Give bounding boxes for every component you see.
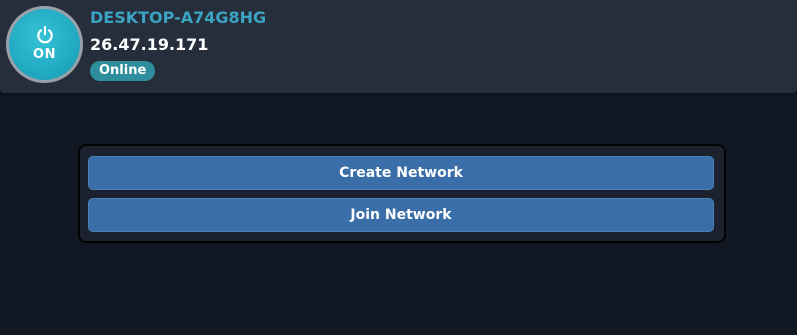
power-icon xyxy=(36,26,53,44)
create-network-button[interactable]: Create Network xyxy=(88,156,714,190)
ip-address: 26.47.19.171 xyxy=(90,35,209,54)
host-name: DESKTOP-A74G8HG xyxy=(90,8,267,27)
join-network-button[interactable]: Join Network xyxy=(88,198,714,232)
power-button-face: ON xyxy=(9,9,80,80)
power-state-label: ON xyxy=(33,47,56,62)
status-badge: Online xyxy=(90,61,156,81)
network-actions-panel: Create Network Join Network xyxy=(78,144,726,243)
status-header: ON DESKTOP-A74G8HG 26.47.19.171 Online xyxy=(0,0,797,93)
power-toggle-button[interactable]: ON xyxy=(6,6,83,83)
